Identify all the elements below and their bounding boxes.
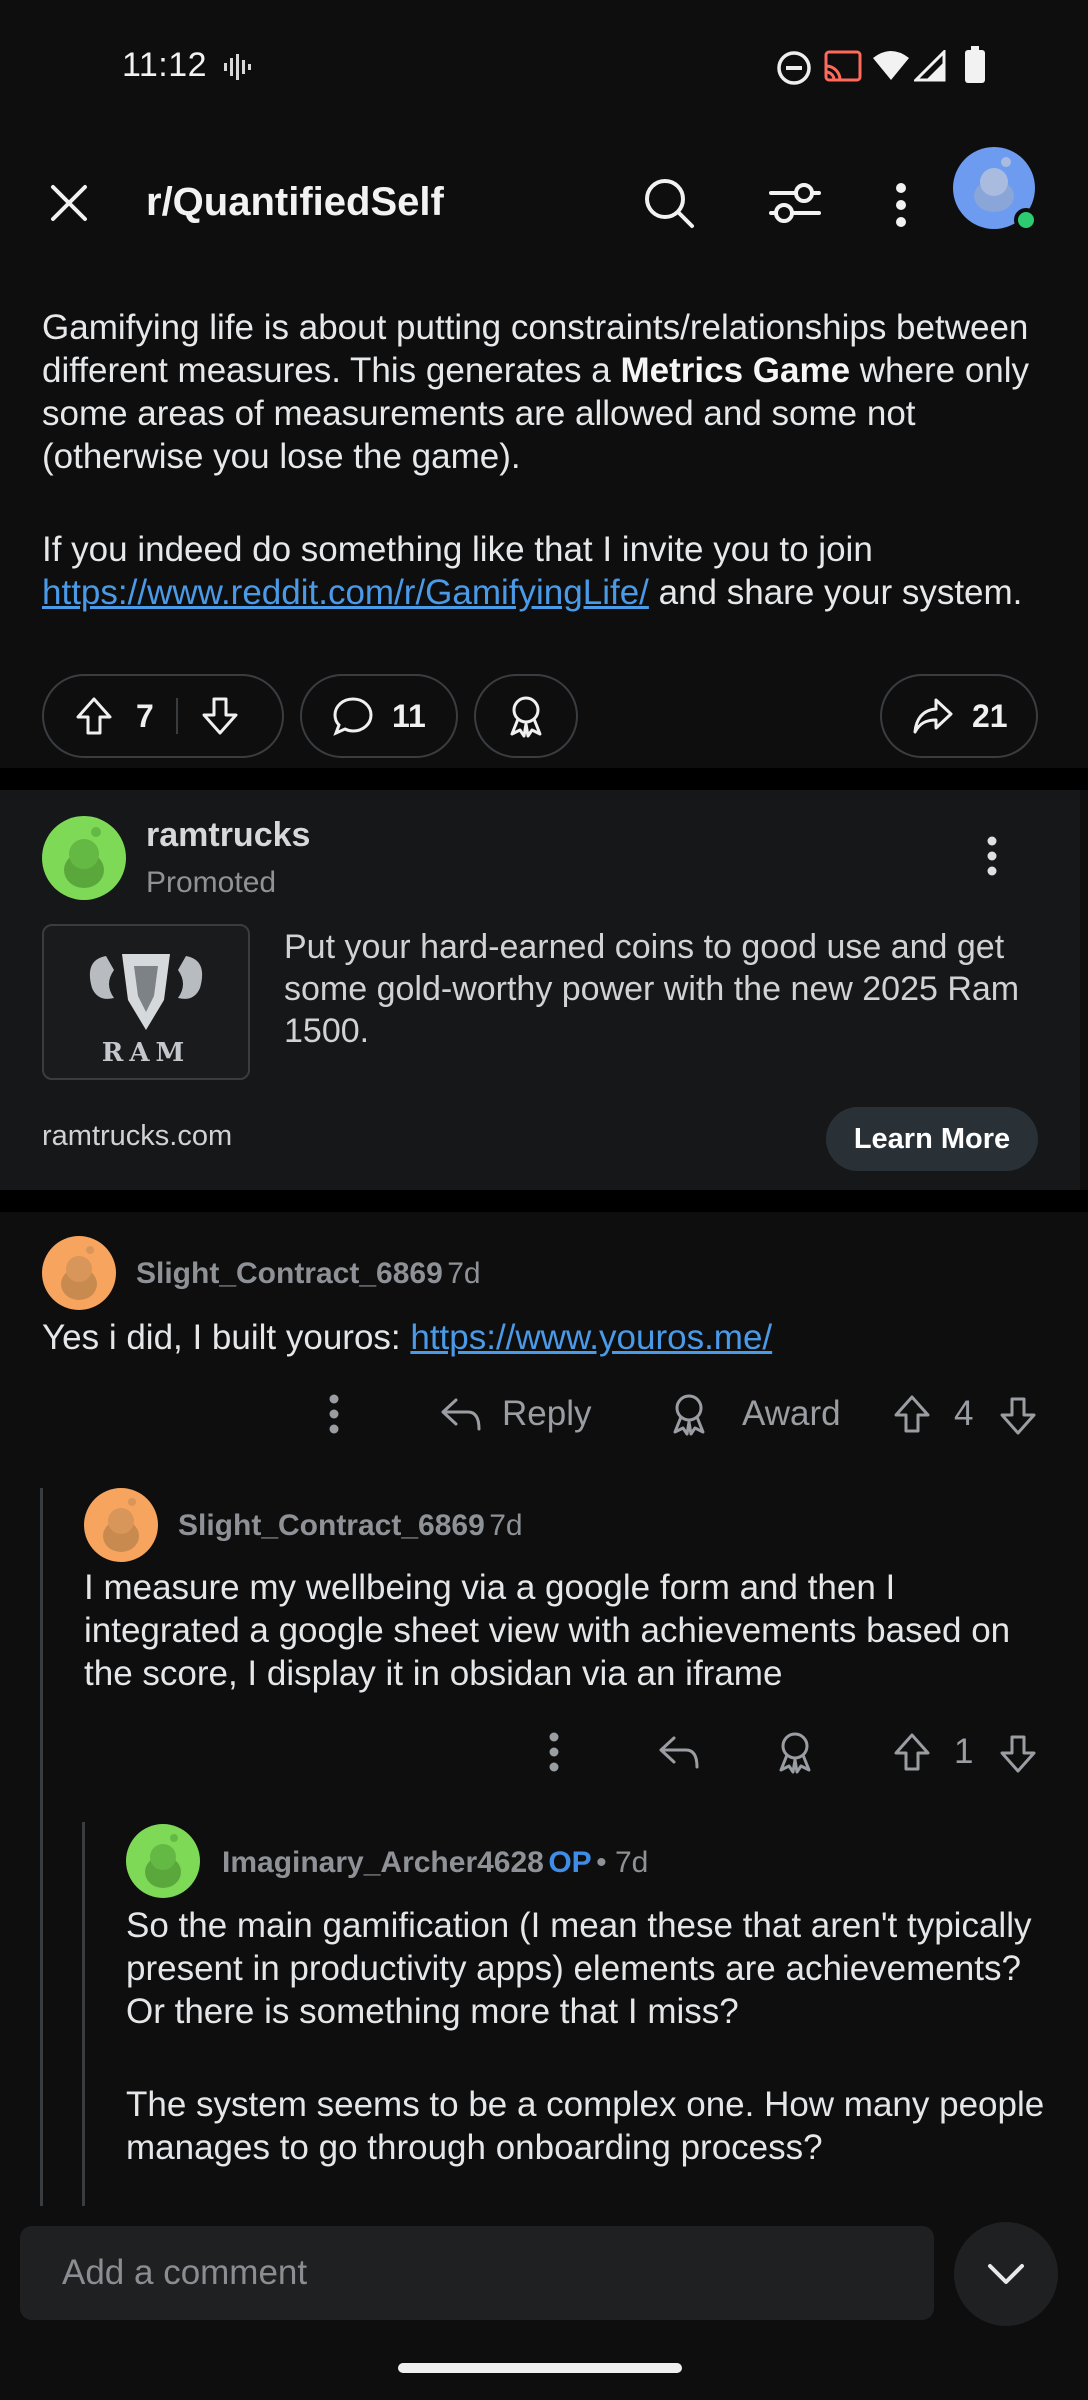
ad-avatar[interactable] (42, 816, 126, 900)
share-count: 21 (972, 697, 1008, 734)
ad-text: Put your hard-earned coins to good use a… (284, 928, 1020, 1050)
op-badge: OP (548, 1846, 592, 1879)
cell-signal-icon (914, 50, 946, 82)
share-button[interactable]: 21 (880, 674, 1038, 758)
comment-age: 7d (447, 1257, 481, 1290)
comment-age: 7d (489, 1509, 523, 1542)
award-button[interactable]: Award (742, 1394, 841, 1434)
close-icon[interactable] (48, 182, 90, 224)
upvote-icon[interactable] (892, 1732, 932, 1772)
comment-more-icon[interactable] (328, 1394, 340, 1434)
upvote-icon[interactable] (892, 1394, 932, 1434)
comments-button[interactable]: 11 (300, 674, 458, 758)
voice-activity-icon (222, 52, 252, 82)
downvote-icon[interactable] (200, 696, 240, 736)
award-icon[interactable] (668, 1392, 710, 1436)
award-button[interactable] (474, 674, 578, 758)
cast-icon (824, 50, 862, 84)
comment-header: Slight_Contract_6869 7d (178, 1509, 523, 1543)
comment-count: 11 (392, 697, 426, 734)
comment-body: So the main gamification (I mean these t… (126, 1906, 1045, 2167)
user-avatar[interactable] (952, 146, 1040, 234)
comment-score: 1 (954, 1732, 974, 1771)
comment-username[interactable]: Imaginary_Archer4628 (222, 1846, 544, 1879)
comment-age: • 7d (596, 1846, 649, 1879)
add-comment-input[interactable]: Add a comment (20, 2226, 934, 2320)
comment-link[interactable]: https://www.youros.me/ (410, 1318, 772, 1357)
comment-icon (332, 696, 374, 736)
advertiser-name[interactable]: ramtrucks (146, 816, 310, 855)
ad-more-icon[interactable] (986, 836, 998, 876)
thread-line[interactable] (40, 1488, 43, 2210)
thread-line-nested[interactable] (82, 1822, 85, 2210)
vote-pill: 7 (42, 674, 284, 758)
comment-header: Imaginary_Archer4628 OP • 7d (222, 1846, 648, 1880)
upvote-icon[interactable] (74, 696, 114, 736)
comment-avatar[interactable] (42, 1236, 116, 1310)
learn-more-button[interactable]: Learn More (826, 1107, 1038, 1171)
wifi-icon (872, 50, 910, 82)
comment-avatar[interactable] (84, 1488, 158, 1562)
comment-username[interactable]: Slight_Contract_6869 (178, 1509, 485, 1542)
comment-score: 4 (954, 1394, 974, 1433)
comment-username[interactable]: Slight_Contract_6869 (136, 1257, 443, 1290)
chevron-down-icon (988, 2264, 1024, 2284)
comment-header: Slight_Contract_6869 7d (136, 1257, 481, 1291)
share-icon (912, 696, 954, 736)
subreddit-title[interactable]: r/QuantifiedSelf (146, 180, 444, 225)
reply-icon[interactable] (658, 1734, 700, 1770)
ad-thumbnail[interactable]: RAM (42, 924, 250, 1080)
vote-divider (175, 698, 178, 734)
sort-filter-icon[interactable] (768, 180, 822, 226)
downvote-icon[interactable] (998, 1734, 1038, 1774)
reply-button[interactable]: Reply (502, 1394, 591, 1434)
downvote-icon[interactable] (998, 1396, 1038, 1436)
post-body: Gamifying life is about putting constrai… (42, 308, 1030, 612)
section-divider-2 (0, 1190, 1088, 1212)
reply-icon[interactable] (440, 1396, 482, 1432)
vote-count: 7 (136, 697, 154, 734)
comment-more-icon[interactable] (548, 1732, 560, 1772)
ad-logo-text: RAM (101, 1038, 191, 1068)
award-icon (506, 694, 546, 738)
collapse-button[interactable] (954, 2222, 1058, 2326)
comment-avatar[interactable] (126, 1824, 200, 1898)
award-icon[interactable] (774, 1730, 816, 1774)
battery-icon (964, 46, 986, 84)
do-not-disturb-icon (776, 50, 812, 86)
status-time: 11:12 (122, 46, 208, 84)
post-link[interactable]: https://www.reddit.com/r/GamifyingLife/ (42, 573, 649, 612)
home-indicator[interactable] (398, 2363, 682, 2373)
more-options-icon[interactable] (894, 182, 908, 228)
promoted-label: Promoted (146, 866, 277, 899)
search-icon[interactable] (642, 176, 696, 230)
section-divider (0, 768, 1088, 790)
comment-body: Yes i did, I built youros: https://www.y… (42, 1318, 773, 1357)
ad-domain[interactable]: ramtrucks.com (42, 1120, 232, 1153)
comment-body: I measure my wellbeing via a google form… (84, 1568, 1011, 1693)
